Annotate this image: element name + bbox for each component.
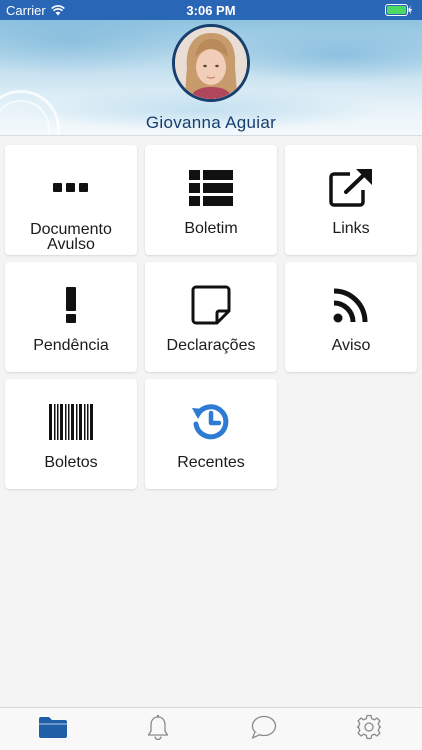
ellipsis-icon <box>5 163 137 213</box>
tile-label: Declarações <box>166 337 256 354</box>
tab-messages[interactable] <box>211 708 316 750</box>
rss-icon <box>285 280 417 330</box>
tile-label: Boletim <box>184 220 238 237</box>
tile-recentes[interactable]: Recentes <box>145 379 277 489</box>
tab-notifications[interactable] <box>105 708 210 750</box>
tile-boletim[interactable]: Boletim <box>145 145 277 255</box>
tile-label: Aviso <box>331 337 371 354</box>
gear-icon <box>356 714 382 745</box>
list-icon <box>145 163 277 213</box>
student-name: Giovanna Aguiar <box>145 113 277 132</box>
tile-links[interactable]: Links <box>285 145 417 255</box>
tile-label: Pendência <box>33 337 109 354</box>
student-photo <box>175 27 247 99</box>
tile-pendencia[interactable]: Pendência <box>5 262 137 372</box>
tile-declaracoes[interactable]: Declarações <box>145 262 277 372</box>
external-link-icon <box>285 163 417 213</box>
folder-icon <box>38 716 67 743</box>
history-icon <box>145 397 277 447</box>
tile-aviso[interactable]: Aviso <box>285 262 417 372</box>
tile-label: Links <box>332 220 370 237</box>
status-bar: Carrier 3:06 PM <box>0 0 422 20</box>
note-icon <box>145 280 277 330</box>
exclamation-icon <box>5 280 137 330</box>
tab-bar <box>0 707 422 750</box>
profile-header: Giovanna Aguiar <box>0 20 422 136</box>
tile-label: Documento Avulso <box>30 221 112 253</box>
tile-boletos[interactable]: Boletos <box>5 379 137 489</box>
clock: 3:06 PM <box>186 3 236 18</box>
barcode-icon <box>5 397 137 447</box>
tile-documento-avulso[interactable]: Documento Avulso <box>5 145 137 255</box>
tile-label: Boletos <box>44 454 98 471</box>
tab-documents[interactable] <box>0 708 105 750</box>
bell-icon <box>147 714 169 745</box>
tile-label: Recentes <box>177 454 245 471</box>
tab-settings[interactable] <box>316 708 421 750</box>
chat-icon <box>251 715 277 744</box>
battery-icon <box>385 4 412 19</box>
student-avatar[interactable] <box>172 24 250 102</box>
